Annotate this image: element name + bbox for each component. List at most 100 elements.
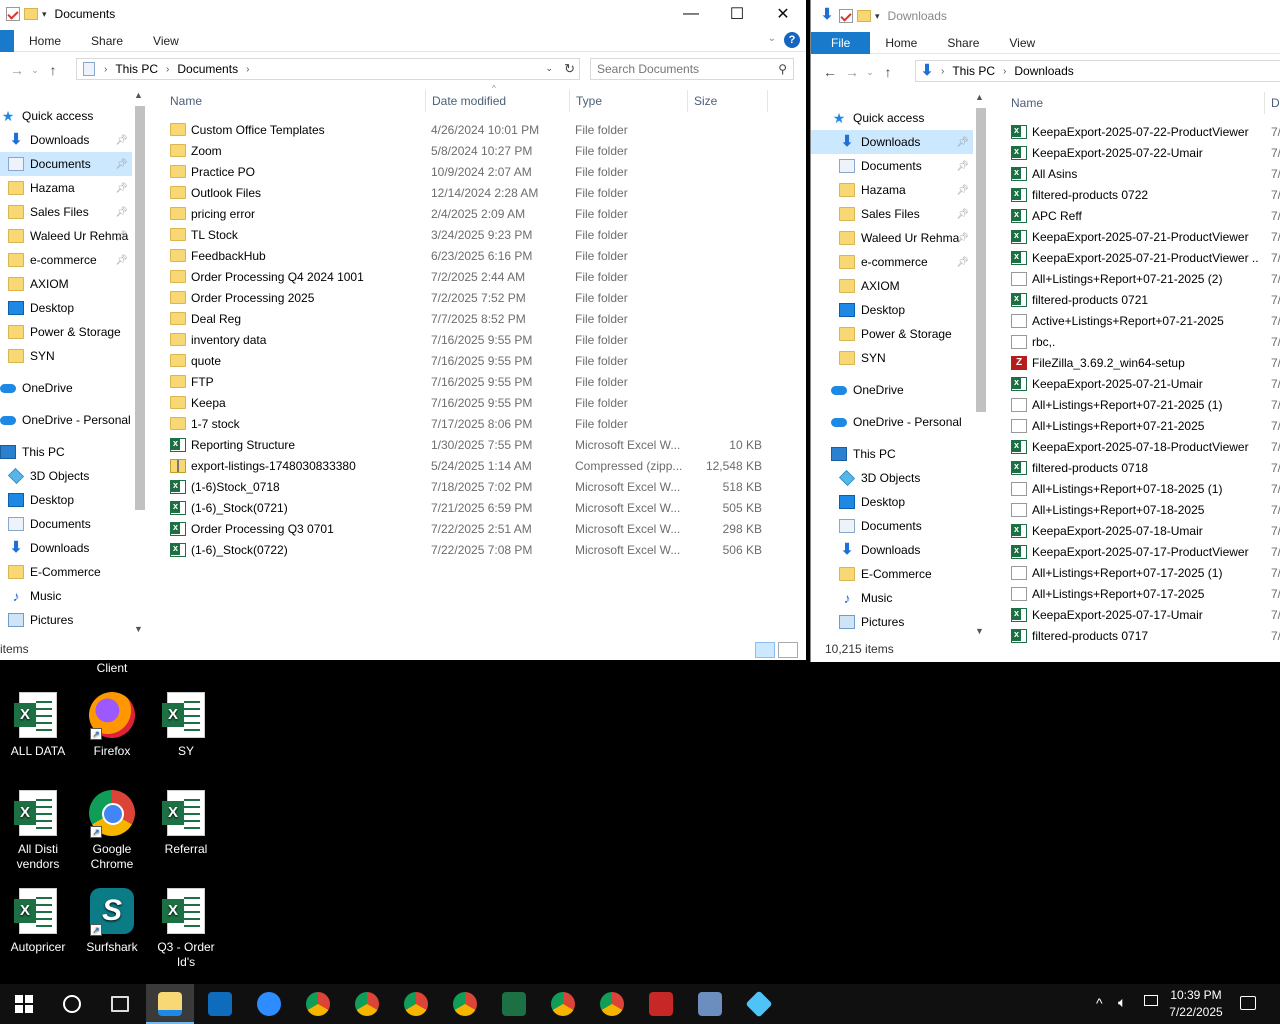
file-row[interactable]: FeedbackHub 6/23/2025 6:16 PM File folder: [170, 245, 770, 266]
nav-item-music[interactable]: ♪ Music: [0, 584, 132, 608]
nav-item-music[interactable]: ♪ Music: [811, 586, 973, 610]
up-arrow-icon[interactable]: ↑: [877, 64, 899, 80]
taskbar-task-view-button[interactable]: [96, 984, 144, 1024]
nav-item-desktop[interactable]: Desktop: [811, 490, 973, 514]
nav-scrollbar[interactable]: ▲ ▼: [973, 90, 989, 638]
file-row[interactable]: Custom Office Templates 4/26/2024 10:01 P…: [170, 119, 770, 140]
nav-item-onedrive-personal[interactable]: OneDrive - Personal: [811, 410, 973, 434]
nav-item-desktop[interactable]: Desktop: [0, 488, 132, 512]
address-dropdown-icon[interactable]: ⌄: [545, 63, 553, 74]
file-row[interactable]: Outlook Files 12/14/2024 2:28 AM File fold…: [170, 182, 770, 203]
nav-item-waleed-ur-rehma[interactable]: Waleed Ur Rehma 📌︎: [0, 224, 132, 248]
file-row[interactable]: Keepa 7/16/2025 9:55 PM File folder: [170, 392, 770, 413]
file-row[interactable]: KeepaExport-2025-07-22-Umair 7/: [1011, 142, 1280, 163]
nav-scrollbar[interactable]: ▲ ▼: [132, 88, 148, 636]
file-row[interactable]: All+Listings+Report+07-21-2025 7/: [1011, 415, 1280, 436]
downloads-explorer-window[interactable]: ⬇ ▾ Downloads File Home Share View ← → ⌄…: [810, 0, 1280, 662]
nav-item-documents[interactable]: Documents 📌︎: [811, 154, 973, 178]
nav-item-documents[interactable]: Documents 📌︎: [0, 152, 132, 176]
file-row[interactable]: export-listings-1748030833380 5/24/2025 1…: [170, 455, 770, 476]
search-input[interactable]: Search Documents ⚲: [590, 58, 794, 80]
taskbar-chrome-profile-5-button[interactable]: [539, 984, 587, 1024]
file-row[interactable]: KeepaExport-2025-07-21-Umair 7/: [1011, 373, 1280, 394]
show-hidden-icons-icon[interactable]: ^: [1096, 995, 1103, 1011]
file-row[interactable]: Active+Listings+Report+07-21-2025 7/: [1011, 310, 1280, 331]
minimize-button[interactable]: —: [668, 0, 714, 28]
file-row[interactable]: All+Listings+Report+07-17-2025 (1) 7/: [1011, 562, 1280, 583]
taskbar-app-diamond-button[interactable]: [735, 984, 783, 1024]
taskbar-excel-button[interactable]: [490, 984, 538, 1024]
file-row[interactable]: quote 7/16/2025 9:55 PM File folder: [170, 350, 770, 371]
forward-arrow-icon[interactable]: →: [841, 64, 863, 80]
nav-item-sales-files[interactable]: Sales Files 📌︎: [811, 202, 973, 226]
nav-item-hazama[interactable]: Hazama 📌︎: [0, 176, 132, 200]
taskbar-chrome-profile-2-button[interactable]: [343, 984, 391, 1024]
taskbar-file-explorer-button[interactable]: [146, 984, 194, 1024]
breadcrumb-this-pc[interactable]: This PC: [110, 62, 163, 76]
up-arrow-icon[interactable]: ↑: [42, 62, 64, 78]
desktop-shortcut[interactable]: Q3 - Order Id's: [148, 888, 224, 970]
taskbar-chrome-profile-3-button[interactable]: [392, 984, 440, 1024]
file-row[interactable]: pricing error 2/4/2025 2:09 AM File folder: [170, 203, 770, 224]
file-row[interactable]: Reporting Structure 1/30/2025 7:55 PM Micr…: [170, 434, 770, 455]
tab-home[interactable]: Home: [14, 30, 76, 52]
breadcrumb-this-pc[interactable]: This PC: [947, 64, 1000, 78]
column-type[interactable]: Type: [570, 90, 688, 112]
file-row[interactable]: Practice PO 10/9/2024 2:07 AM File folder: [170, 161, 770, 182]
file-row[interactable]: TL Stock 3/24/2025 9:23 PM File folder: [170, 224, 770, 245]
file-row[interactable]: KeepaExport-2025-07-18-Umair 7/: [1011, 520, 1280, 541]
recent-locations-icon[interactable]: ⌄: [863, 67, 877, 78]
properties-icon[interactable]: [839, 9, 853, 23]
file-row[interactable]: KeepaExport-2025-07-17-Umair 7/: [1011, 604, 1280, 625]
desktop-shortcut[interactable]: ALL DATA: [0, 692, 76, 759]
file-row[interactable]: All+Listings+Report+07-21-2025 (1) 7/: [1011, 394, 1280, 415]
column-size[interactable]: Size: [688, 90, 768, 112]
file-row[interactable]: 1-7 stock 7/17/2025 8:06 PM File folder: [170, 413, 770, 434]
tab-home[interactable]: Home: [870, 32, 932, 54]
nav-item-power-storage[interactable]: Power & Storage: [811, 322, 973, 346]
nav-item-e-commerce[interactable]: e-commerce 📌︎: [0, 248, 132, 272]
nav-item-this-pc[interactable]: This PC: [811, 442, 973, 466]
tab-view[interactable]: View: [994, 32, 1050, 54]
taskbar-filezilla-button[interactable]: [637, 984, 685, 1024]
nav-item-pictures[interactable]: Pictures: [811, 610, 973, 634]
tab-share[interactable]: Share: [76, 30, 138, 52]
nav-item-documents[interactable]: Documents: [0, 512, 132, 536]
file-row[interactable]: KeepaExport-2025-07-21-ProductViewer 7/: [1011, 226, 1280, 247]
tab-view[interactable]: View: [138, 30, 194, 52]
file-row[interactable]: Zoom 5/8/2024 10:27 PM File folder: [170, 140, 770, 161]
file-row[interactable]: Order Processing Q4 2024 1001 7/2/2025 2:…: [170, 266, 770, 287]
nav-item-this-pc[interactable]: This PC: [0, 440, 132, 464]
nav-item-axiom[interactable]: AXIOM: [811, 274, 973, 298]
customize-toolbar-icon[interactable]: ▾: [42, 9, 47, 20]
nav-item-e-commerce[interactable]: e-commerce 📌︎: [811, 250, 973, 274]
back-arrow-icon[interactable]: ←: [819, 64, 841, 80]
taskbar-calculator-button[interactable]: [686, 984, 734, 1024]
documents-explorer-window[interactable]: ▾ Documents — ☐ ✕ Home Share View ⌄ ? → …: [0, 0, 806, 660]
taskbar-zoom-button[interactable]: [245, 984, 293, 1024]
file-row[interactable]: Order Processing 2025 7/2/2025 7:52 PM Fil…: [170, 287, 770, 308]
nav-item-hazama[interactable]: Hazama 📌︎: [811, 178, 973, 202]
address-bar[interactable]: › This PC › Documents › ⌄ ↻: [76, 58, 580, 80]
desktop-shortcut[interactable]: SY: [148, 692, 224, 759]
file-row[interactable]: KeepaExport-2025-07-21-ProductViewer ...…: [1011, 247, 1280, 268]
file-row[interactable]: All Asins 7/: [1011, 163, 1280, 184]
nav-item-desktop[interactable]: Desktop: [0, 296, 132, 320]
address-bar[interactable]: ⬇ › This PC › Downloads: [915, 60, 1280, 82]
file-row[interactable]: filtered-products 0721 7/: [1011, 289, 1280, 310]
desktop-shortcut[interactable]: S ↗ Surfshark: [74, 888, 150, 955]
recent-locations-icon[interactable]: ⌄: [28, 65, 42, 76]
column-date-modified[interactable]: Date modified: [426, 90, 570, 112]
properties-icon[interactable]: [6, 7, 20, 21]
refresh-icon[interactable]: ↻: [564, 61, 575, 77]
file-row[interactable]: Z FileZilla_3.69.2_win64-setup 7/: [1011, 352, 1280, 373]
column-name[interactable]: Name: [1005, 92, 1265, 114]
nav-item-axiom[interactable]: AXIOM: [0, 272, 132, 296]
file-row[interactable]: (1-6)Stock_0718 7/18/2025 7:02 PM Microsof…: [170, 476, 770, 497]
taskbar-chrome-profile-6-button[interactable]: [588, 984, 636, 1024]
desktop-shortcut[interactable]: ↗ Google Chrome: [74, 790, 150, 872]
file-row[interactable]: KeepaExport-2025-07-17-ProductViewer 7/: [1011, 541, 1280, 562]
nav-item-e-commerce[interactable]: E-Commerce: [811, 562, 973, 586]
file-row[interactable]: Deal Reg 7/7/2025 8:52 PM File folder: [170, 308, 770, 329]
customize-toolbar-icon[interactable]: ▾: [875, 11, 880, 22]
